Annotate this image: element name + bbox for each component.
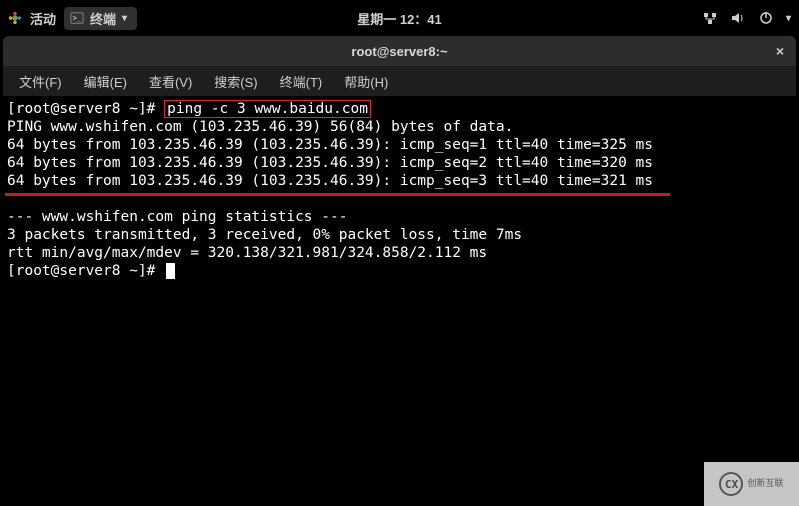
red-underline-annotation [5, 193, 670, 196]
cursor [166, 263, 175, 279]
activities-label[interactable]: 活动 [30, 9, 56, 28]
watermark: CX 创新互联 [704, 462, 799, 506]
network-icon[interactable] [702, 10, 718, 26]
volume-icon[interactable] [730, 10, 746, 26]
prompt-2: [root@server8 ~]# [7, 263, 164, 279]
watermark-text: 创新互联 [747, 479, 783, 490]
menu-search[interactable]: 搜索(S) [204, 68, 267, 95]
watermark-logo: CX [719, 472, 743, 496]
top-bar-left: 活动 >_ 终端 ▾ [8, 7, 137, 30]
menu-file[interactable]: 文件(F) [9, 68, 72, 95]
ping-stats-2: rtt min/avg/max/mdev = 320.138/321.981/3… [7, 245, 487, 261]
terminal-output[interactable]: [root@server8 ~]# ping -c 3 www.baidu.co… [3, 96, 796, 506]
ping-reply-1: 64 bytes from 103.235.46.39 (103.235.46.… [7, 137, 653, 153]
svg-text:>_: >_ [73, 16, 81, 23]
clock[interactable]: 星期一 12：41 [357, 9, 442, 28]
menu-view[interactable]: 查看(V) [139, 68, 202, 95]
terminal-app-icon: >_ [70, 11, 84, 25]
chevron-down-icon: ▾ [122, 13, 127, 24]
ping-reply-2: 64 bytes from 103.235.46.39 (103.235.46.… [7, 155, 653, 171]
close-button[interactable]: × [772, 43, 788, 59]
menu-help[interactable]: 帮助(H) [334, 68, 398, 95]
ping-reply-3: 64 bytes from 103.235.46.39 (103.235.46.… [7, 173, 653, 189]
prompt-1: [root@server8 ~]# [7, 101, 164, 117]
menu-edit[interactable]: 编辑(E) [74, 68, 137, 95]
ping-stats-header: --- www.wshifen.com ping statistics --- [7, 209, 347, 225]
app-menu[interactable]: >_ 终端 ▾ [64, 7, 137, 30]
menu-terminal[interactable]: 终端(T) [270, 68, 333, 95]
ping-command: ping -c 3 www.baidu.com [164, 100, 371, 118]
app-menu-label: 终端 [90, 9, 116, 28]
power-icon[interactable] [758, 10, 774, 26]
menu-bar: 文件(F) 编辑(E) 查看(V) 搜索(S) 终端(T) 帮助(H) [3, 66, 796, 96]
window-title: root@server8:~ [351, 44, 447, 59]
ping-stats-1: 3 packets transmitted, 3 received, 0% pa… [7, 227, 522, 243]
top-bar-right: ▾ [702, 10, 791, 26]
window-title-bar: root@server8:~ × [3, 36, 796, 66]
gnome-top-bar: 活动 >_ 终端 ▾ 星期一 12：41 ▾ [0, 0, 799, 36]
activities-icon[interactable] [8, 11, 22, 25]
ping-header: PING www.wshifen.com (103.235.46.39) 56(… [7, 119, 513, 135]
system-menu-chevron-icon[interactable]: ▾ [786, 13, 791, 24]
